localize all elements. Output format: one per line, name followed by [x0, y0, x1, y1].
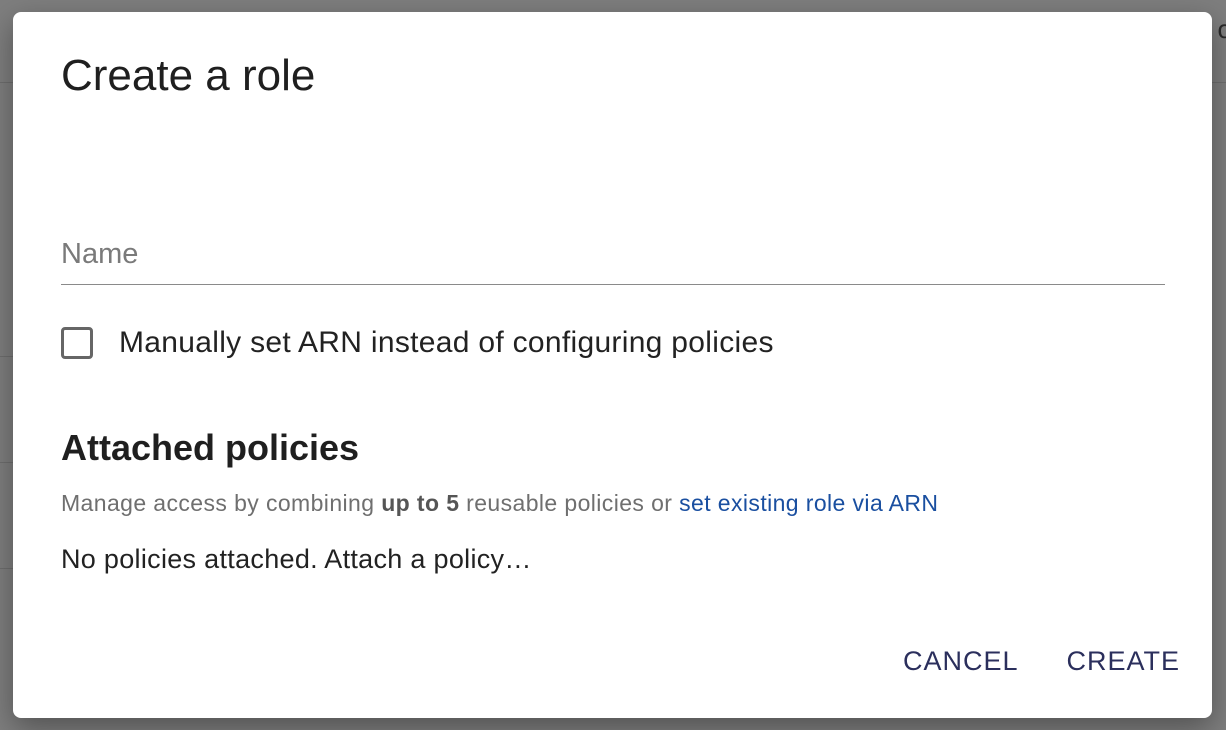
- name-input[interactable]: [61, 232, 1165, 276]
- help-text-limit: up to 5: [381, 490, 460, 516]
- background-divider: [0, 356, 14, 357]
- set-existing-role-link[interactable]: set existing role via ARN: [679, 490, 938, 516]
- cancel-button[interactable]: CANCEL: [903, 646, 1019, 677]
- manual-arn-checkbox[interactable]: [61, 327, 93, 359]
- manual-arn-option[interactable]: Manually set ARN instead of configuring …: [61, 322, 774, 364]
- background-divider: [0, 462, 14, 463]
- name-field[interactable]: [61, 232, 1165, 285]
- background-divider: [0, 568, 14, 569]
- attached-policies-help: Manage access by combining up to 5 reusa…: [61, 490, 938, 517]
- create-button[interactable]: CREATE: [1066, 646, 1180, 677]
- background-divider: [0, 82, 14, 83]
- dialog-title: Create a role: [61, 51, 316, 100]
- help-text-prefix: Manage access by combining: [61, 490, 382, 516]
- create-role-dialog: Create a role Manually set ARN instead o…: [13, 12, 1212, 718]
- background-partial-text: o: [1217, 14, 1226, 44]
- attached-policies-heading: Attached policies: [61, 427, 360, 468]
- manual-arn-label[interactable]: Manually set ARN instead of configuring …: [119, 326, 774, 360]
- no-policies-message: No policies attached. Attach a policy…: [61, 544, 532, 574]
- help-text-middle: reusable policies or: [459, 490, 680, 516]
- dialog-actions: CANCEL CREATE: [903, 646, 1180, 677]
- background-divider: [1212, 82, 1226, 83]
